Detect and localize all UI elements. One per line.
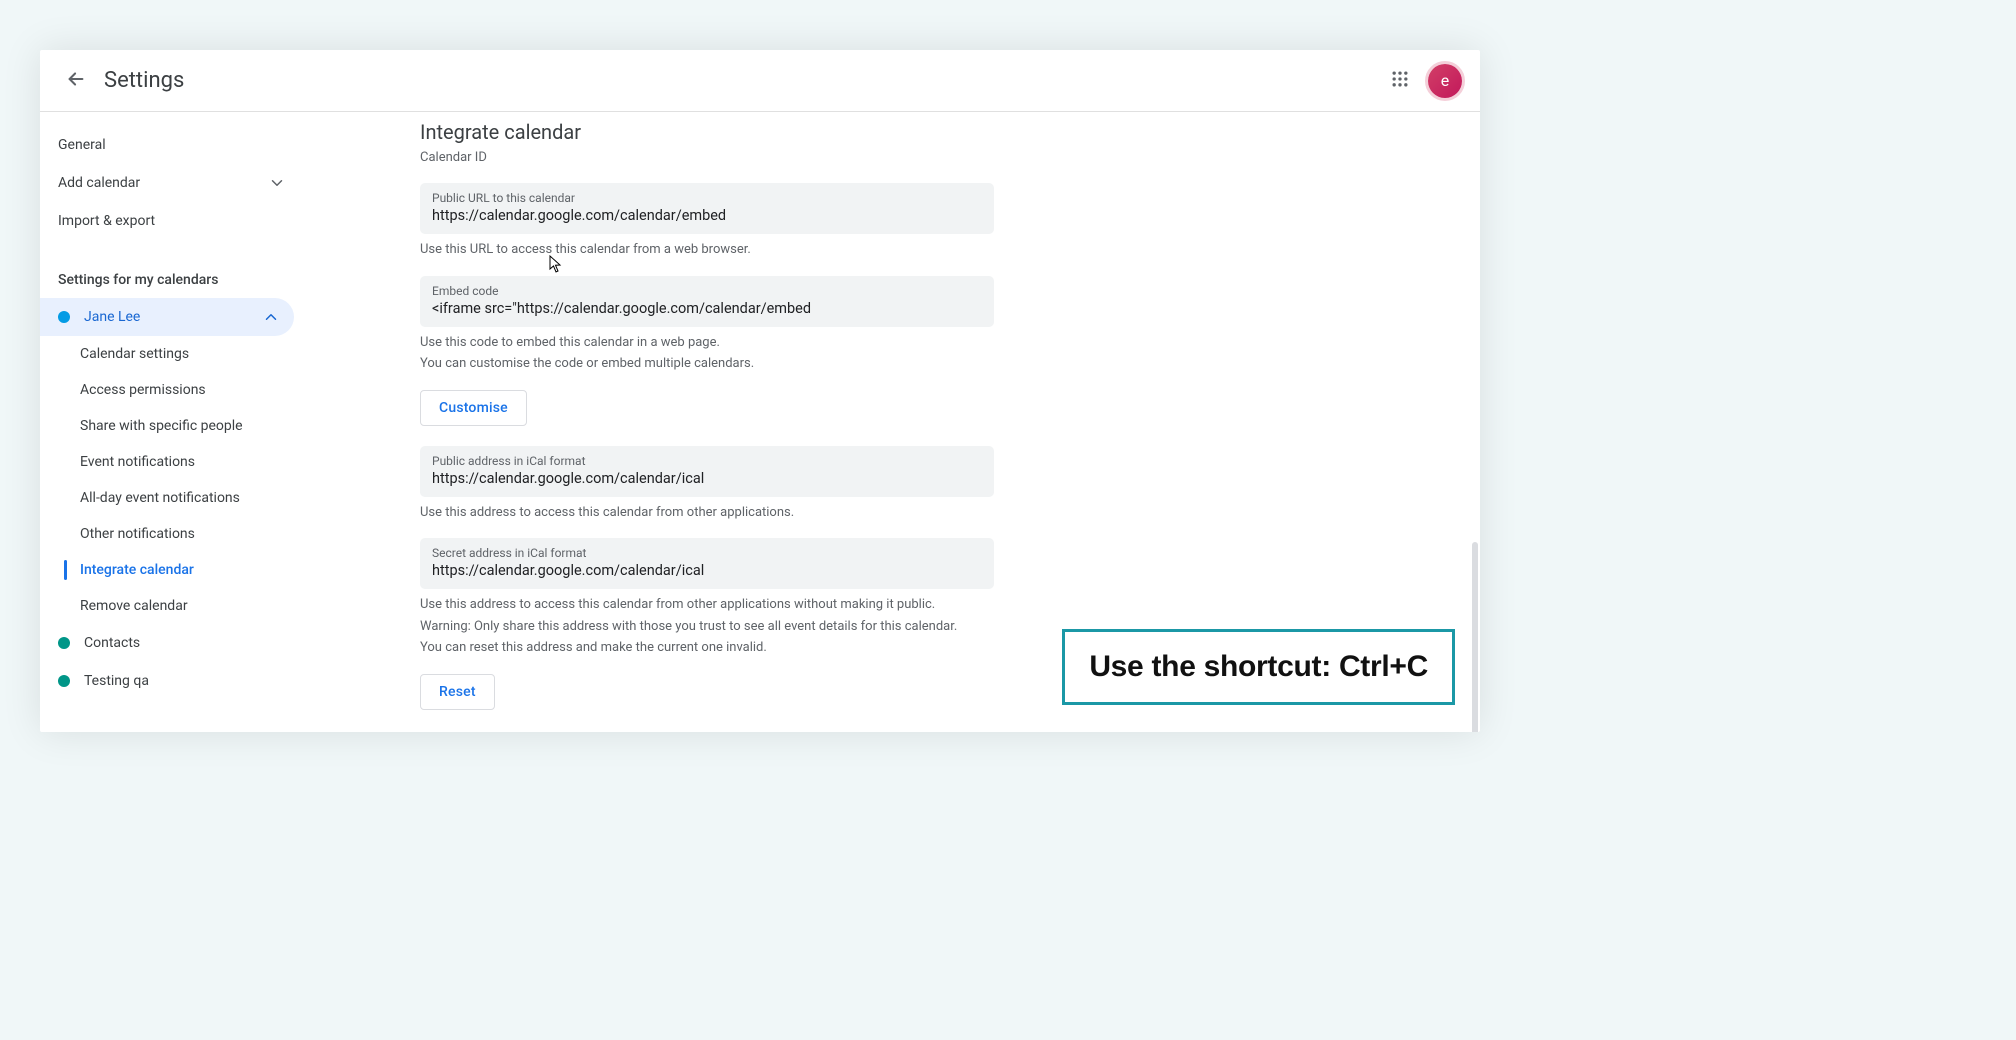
embed-code-value: <iframe src="https://calendar.google.com… xyxy=(432,300,982,317)
settings-sidebar: General Add calendar Import & export Set… xyxy=(40,112,300,732)
calendar-name: Testing qa xyxy=(84,673,149,689)
page-title: Settings xyxy=(104,68,184,93)
ical-secret-helper-2: Warning: Only share this address with th… xyxy=(420,617,994,637)
back-button[interactable] xyxy=(58,63,94,99)
account-avatar[interactable]: e xyxy=(1428,64,1462,98)
public-url-helper: Use this URL to access this calendar fro… xyxy=(420,240,994,260)
public-url-label: Public URL to this calendar xyxy=(432,191,982,205)
nav-calendar-contacts[interactable]: Contacts xyxy=(40,624,300,662)
ical-public-helper: Use this address to access this calendar… xyxy=(420,503,994,523)
nav-general[interactable]: General xyxy=(40,126,300,164)
chevron-up-icon xyxy=(262,308,280,326)
section-title-integrate: Integrate calendar xyxy=(420,120,1440,144)
reset-button[interactable]: Reset xyxy=(420,674,495,710)
calendar-name: Jane Lee xyxy=(84,309,140,325)
calendar-color-dot xyxy=(58,311,70,323)
ical-secret-label: Secret address in iCal format xyxy=(432,546,982,560)
ical-secret-helper-3: You can reset this address and make the … xyxy=(420,638,994,658)
ical-secret-helper-1: Use this address to access this calendar… xyxy=(420,595,994,615)
nav-sub-remove-calendar[interactable]: Remove calendar xyxy=(40,588,300,624)
scrollbar-thumb[interactable] xyxy=(1472,542,1478,732)
nav-sub-calendar-settings[interactable]: Calendar settings xyxy=(40,336,300,372)
nav-sub-other-notifications[interactable]: Other notifications xyxy=(40,516,300,552)
calendar-name: Contacts xyxy=(84,635,140,651)
shortcut-tip-overlay: Use the shortcut: Ctrl+C xyxy=(1062,629,1455,705)
shortcut-tip-text: Use the shortcut: Ctrl+C xyxy=(1089,650,1428,683)
app-header: Settings e xyxy=(40,50,1480,112)
embed-code-helper-2: You can customise the code or embed mult… xyxy=(420,354,994,374)
customise-button[interactable]: Customise xyxy=(420,390,527,426)
app-window: Settings e General Add calendar xyxy=(40,50,1480,732)
avatar-letter: e xyxy=(1441,71,1449,90)
nav-sub-share-specific-people[interactable]: Share with specific people xyxy=(40,408,300,444)
nav-sub-all-day-notifications[interactable]: All-day event notifications xyxy=(40,480,300,516)
nav-sub-integrate-calendar[interactable]: Integrate calendar xyxy=(40,552,300,588)
ical-public-field[interactable]: Public address in iCal format https://ca… xyxy=(420,446,994,497)
nav-sub-event-notifications[interactable]: Event notifications xyxy=(40,444,300,480)
embed-code-field[interactable]: Embed code <iframe src="https://calendar… xyxy=(420,276,994,327)
nav-import-export[interactable]: Import & export xyxy=(40,202,300,240)
chevron-down-icon xyxy=(268,174,286,192)
public-url-value: https://calendar.google.com/calendar/emb… xyxy=(432,207,982,224)
nav-calendar-jane-lee[interactable]: Jane Lee xyxy=(40,298,294,336)
nav-add-calendar-label: Add calendar xyxy=(58,175,140,191)
embed-code-label: Embed code xyxy=(432,284,982,298)
ical-public-label: Public address in iCal format xyxy=(432,454,982,468)
ical-public-value: https://calendar.google.com/calendar/ica… xyxy=(432,470,982,487)
apps-grid-icon xyxy=(1390,69,1410,93)
nav-sub-access-permissions[interactable]: Access permissions xyxy=(40,372,300,408)
calendar-color-dot xyxy=(58,675,70,687)
nav-add-calendar[interactable]: Add calendar xyxy=(40,164,300,202)
embed-code-helper-1: Use this code to embed this calendar in … xyxy=(420,333,994,353)
nav-calendar-testing-qa[interactable]: Testing qa xyxy=(40,662,300,700)
calendar-id-label: Calendar ID xyxy=(420,150,1440,165)
arrow-left-icon xyxy=(65,68,87,94)
google-apps-button[interactable] xyxy=(1382,63,1418,99)
ical-secret-value: https://calendar.google.com/calendar/ica… xyxy=(432,562,982,579)
ical-secret-field[interactable]: Secret address in iCal format https://ca… xyxy=(420,538,994,589)
public-url-field[interactable]: Public URL to this calendar https://cale… xyxy=(420,183,994,234)
nav-section-my-calendars: Settings for my calendars xyxy=(40,262,300,298)
calendar-color-dot xyxy=(58,637,70,649)
